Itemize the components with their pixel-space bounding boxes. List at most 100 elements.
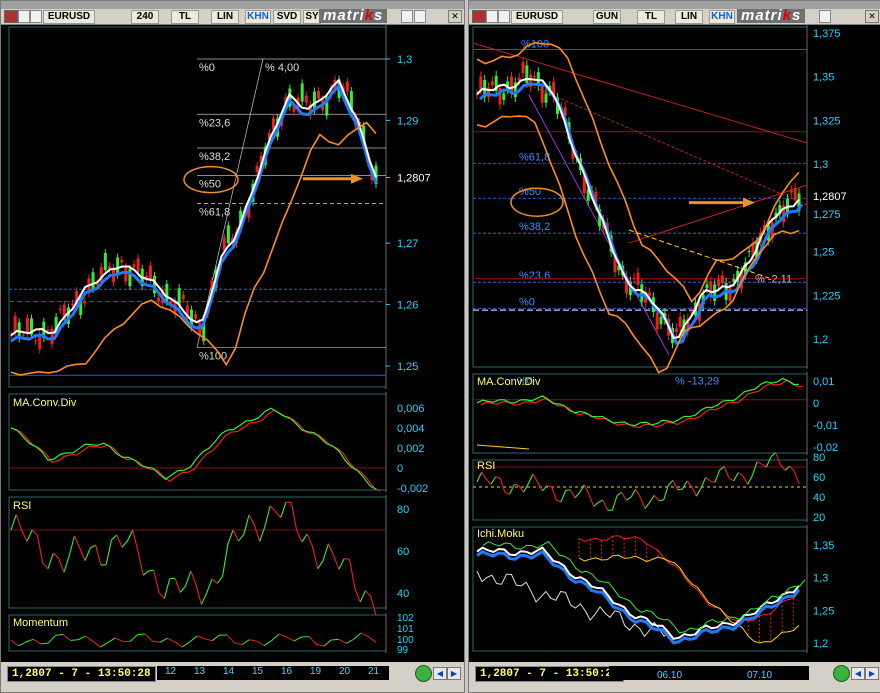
symbol-field[interactable]: EURUSD bbox=[43, 10, 95, 24]
price-tick-label: 1,3 bbox=[813, 159, 828, 171]
right-charts-svg: 1,3751,351,3251,31,28071,2751,251,2251,2… bbox=[469, 25, 880, 653]
date-label: 12 bbox=[165, 666, 176, 677]
momentum-tick-label: 101 bbox=[397, 624, 414, 635]
rsi-tick-label: 80 bbox=[397, 504, 409, 516]
candle-body bbox=[522, 62, 525, 73]
candle-body bbox=[227, 225, 230, 243]
rsi-segment bbox=[547, 486, 552, 487]
period-button[interactable]: GUN bbox=[593, 10, 621, 24]
rsi-segment bbox=[659, 500, 664, 501]
candle-body bbox=[675, 328, 678, 332]
candle-body bbox=[165, 284, 168, 302]
candle-body bbox=[656, 313, 659, 330]
candle-body bbox=[120, 260, 123, 263]
candle-body bbox=[51, 329, 54, 344]
price-tick-label: 1,2807 bbox=[813, 191, 847, 203]
print-icon[interactable] bbox=[414, 10, 426, 23]
currency-button[interactable]: TL bbox=[171, 10, 199, 24]
candle-body bbox=[194, 314, 197, 319]
scroll-right-icon[interactable]: ▶ bbox=[865, 667, 879, 680]
zoom-tool-icon[interactable] bbox=[498, 10, 510, 23]
price-tick-label: 1,225 bbox=[813, 290, 841, 302]
momentum-segment bbox=[41, 643, 48, 644]
fib-label: %23,6 bbox=[199, 117, 230, 129]
date-label: 13 bbox=[194, 666, 205, 677]
candle-body bbox=[83, 302, 86, 304]
candle-body bbox=[22, 335, 25, 336]
candle-body bbox=[137, 258, 140, 272]
candle-body bbox=[706, 284, 709, 288]
price-tick-label: 1,25 bbox=[397, 361, 418, 373]
date-label: 15 bbox=[252, 666, 263, 677]
date-label: 07.10 bbox=[747, 670, 772, 681]
zoom-tool-icon[interactable] bbox=[30, 10, 42, 23]
settings-icon[interactable] bbox=[819, 10, 831, 23]
fib-label-neg2: % -13,29 bbox=[675, 376, 719, 388]
candle-body bbox=[223, 238, 226, 251]
scroll-left-icon[interactable]: ◀ bbox=[851, 667, 865, 680]
rsi-tick-label: 80 bbox=[813, 452, 825, 464]
panel-frame-2 bbox=[473, 460, 807, 520]
fib-label: %61,8 bbox=[199, 206, 230, 218]
rsi-tick-label: 40 bbox=[397, 588, 409, 600]
momentum-tick-label: 102 bbox=[397, 613, 414, 624]
refresh-icon[interactable] bbox=[415, 665, 432, 682]
macd-tick-label: 0 bbox=[397, 463, 403, 475]
title-strip bbox=[1, 1, 464, 9]
right-chart-window: EURUSD GUN TL LIN KHN matriks ✕ 1,3751,3… bbox=[468, 0, 880, 693]
scroll-right-icon[interactable]: ▶ bbox=[447, 667, 461, 680]
chart-type-icon[interactable] bbox=[472, 10, 486, 23]
period-button[interactable]: 240 bbox=[131, 10, 159, 24]
scale-button[interactable]: LIN bbox=[211, 10, 239, 24]
fib-label: %38,2 bbox=[199, 151, 230, 163]
khn-button[interactable]: KHN bbox=[245, 10, 271, 24]
panel-frame-3 bbox=[473, 527, 807, 651]
candle-body bbox=[491, 81, 494, 85]
candle-body bbox=[256, 166, 259, 172]
candle-body bbox=[46, 330, 49, 331]
svd-button[interactable]: SVD bbox=[273, 10, 301, 24]
rsi-tick-label: 20 bbox=[813, 512, 825, 524]
candle-body bbox=[71, 304, 74, 306]
date-axis: 06.1007.10 bbox=[609, 666, 809, 680]
left-toolbar: EURUSD 240 TL LIN KHN SVD SY matriks ✕ bbox=[1, 9, 464, 25]
refresh-icon[interactable] bbox=[833, 665, 850, 682]
price-tick-label: 1,2807 bbox=[397, 173, 431, 185]
settings-icon[interactable] bbox=[401, 10, 413, 23]
chart-type-icon[interactable] bbox=[4, 10, 18, 23]
macd-tick-label: 0,004 bbox=[397, 423, 425, 435]
macd-title: MA.Conv.Div bbox=[477, 376, 541, 388]
ichi-tick-label: 1,25 bbox=[813, 605, 834, 617]
currency-button[interactable]: TL bbox=[637, 10, 665, 24]
close-icon[interactable]: ✕ bbox=[865, 10, 879, 23]
rsi-title: RSI bbox=[477, 460, 495, 472]
price-tick-label: 1,27 bbox=[397, 238, 418, 250]
price-tick-label: 1,3 bbox=[397, 54, 412, 66]
date-label: 16 bbox=[281, 666, 292, 677]
line-tool-icon[interactable] bbox=[18, 10, 30, 23]
price-tick-label: 1,35 bbox=[813, 72, 834, 84]
candle-body bbox=[640, 284, 643, 301]
candle-body bbox=[748, 251, 751, 252]
close-icon[interactable]: ✕ bbox=[448, 10, 462, 23]
candle-body bbox=[305, 96, 308, 103]
scroll-left-icon[interactable]: ◀ bbox=[433, 667, 447, 680]
momentum-segment bbox=[138, 634, 145, 635]
left-status-bar: 1,2807 - 7 - 13:50:28 1213141516192021 ◀… bbox=[1, 662, 464, 692]
ichi-title: Ichi.Moku bbox=[477, 528, 524, 540]
scale-button[interactable]: LIN bbox=[675, 10, 703, 24]
candle-body bbox=[541, 86, 544, 103]
symbol-field[interactable]: EURUSD bbox=[511, 10, 563, 24]
line-tool-icon[interactable] bbox=[486, 10, 498, 23]
candle-body bbox=[92, 272, 95, 289]
candle-body bbox=[301, 83, 304, 101]
macd-tick-label: 0,002 bbox=[397, 443, 425, 455]
candle-body bbox=[157, 298, 160, 302]
khn-button[interactable]: KHN bbox=[709, 10, 735, 24]
candle-body bbox=[545, 93, 548, 102]
macd-tick-label: 0,01 bbox=[813, 376, 834, 388]
momentum-title: Momentum bbox=[13, 617, 68, 629]
rsi-title: RSI bbox=[13, 500, 31, 512]
left-charts-svg: 1,31,291,28071,271,261,25%0%23,6%38,2%50… bbox=[1, 25, 464, 653]
candle-body bbox=[717, 279, 720, 286]
